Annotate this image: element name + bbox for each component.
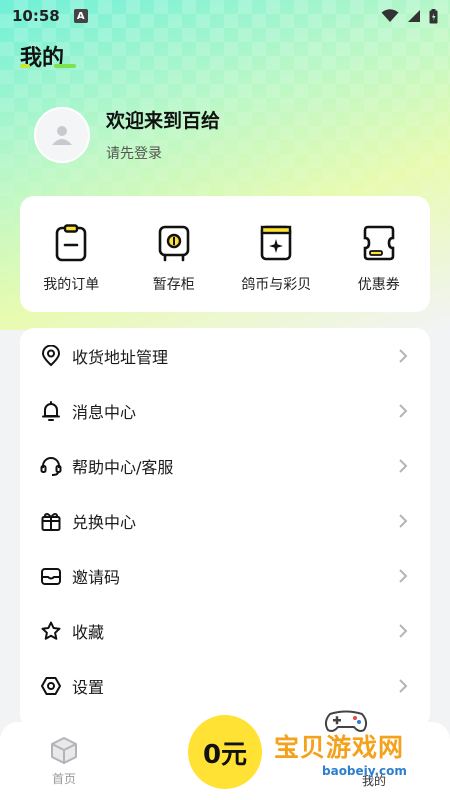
menu-item-label: 消息中心 (72, 402, 137, 422)
envelope-icon (41, 567, 61, 585)
quick-action-label: 我的订单 (43, 277, 100, 293)
quick-action-orders[interactable]: 我的订单 (20, 196, 123, 312)
bell-icon (42, 400, 60, 421)
price-badge-button[interactable]: 0元 (188, 715, 262, 789)
menu-item-label: 帮助中心/客服 (72, 457, 174, 477)
menu-item-address[interactable]: 收货地址管理 (20, 328, 430, 383)
welcome-text: 欢迎来到百给 (106, 110, 221, 132)
locker-icon (158, 225, 190, 262)
menu-item-favorites[interactable]: 收藏 (20, 603, 430, 658)
status-time: 10:58 (12, 7, 60, 25)
location-pin-icon (41, 344, 61, 366)
nav-tab-home[interactable]: 首页 (50, 736, 78, 787)
star-icon (41, 621, 61, 640)
avatar[interactable] (34, 106, 90, 163)
menu-item-redeem[interactable]: 兑换中心 (20, 493, 430, 548)
menu-card: 收货地址管理 消息中心 帮助中心/客服 兑换中心 邀请码 收藏 设置 (20, 328, 430, 728)
box-icon (51, 737, 77, 764)
title-underline (20, 64, 76, 68)
watermark-url: baobeiy.com (322, 764, 407, 778)
quick-action-coupons[interactable]: 优惠券 (328, 196, 431, 312)
quick-action-label: 暂存柜 (152, 277, 195, 293)
quick-action-locker[interactable]: 暂存柜 (123, 196, 226, 312)
headset-icon (40, 456, 62, 476)
menu-item-label: 设置 (72, 677, 105, 697)
wifi-icon (381, 9, 399, 22)
chevron-right-icon (399, 568, 408, 583)
watermark: 宝贝游戏网 baobeiy.com (272, 708, 444, 778)
menu-item-help[interactable]: 帮助中心/客服 (20, 438, 430, 493)
gift-box-icon (41, 512, 61, 531)
chevron-right-icon (399, 348, 408, 363)
quick-action-label: 鸽币与彩贝 (241, 277, 312, 293)
chevron-right-icon (399, 403, 408, 418)
menu-item-label: 收藏 (72, 622, 105, 642)
menu-item-label: 邀请码 (72, 567, 121, 587)
menu-item-settings[interactable]: 设置 (20, 658, 430, 713)
battery-icon (429, 8, 438, 23)
menu-item-messages[interactable]: 消息中心 (20, 383, 430, 438)
menu-item-label: 收货地址管理 (72, 347, 169, 367)
user-icon (52, 125, 72, 145)
chevron-right-icon (399, 458, 408, 473)
signal-icon (408, 10, 420, 22)
settings-hexagon-icon (41, 676, 61, 695)
chevron-right-icon (399, 678, 408, 693)
menu-item-label: 兑换中心 (72, 512, 137, 532)
coin-book-icon (260, 225, 292, 261)
profile-section[interactable]: 欢迎来到百给 请先登录 (34, 106, 220, 163)
notification-icon: A (73, 9, 88, 23)
menu-item-invite-code[interactable]: 邀请码 (20, 548, 430, 603)
watermark-text: 宝贝游戏网 (274, 733, 405, 762)
quick-actions-card: 我的订单 暂存柜 鸽币与彩贝 优惠券 (20, 196, 430, 312)
chevron-right-icon (399, 623, 408, 638)
quick-action-coins[interactable]: 鸽币与彩贝 (225, 196, 328, 312)
status-bar: 10:58 A (0, 0, 450, 32)
login-prompt[interactable]: 请先登录 (106, 143, 220, 163)
status-indicators (381, 8, 438, 24)
chevron-right-icon (399, 513, 408, 528)
coupon-icon (363, 225, 395, 261)
clipboard-icon (55, 224, 87, 262)
nav-tab-label: 首页 (51, 772, 76, 786)
quick-action-label: 优惠券 (357, 277, 400, 293)
